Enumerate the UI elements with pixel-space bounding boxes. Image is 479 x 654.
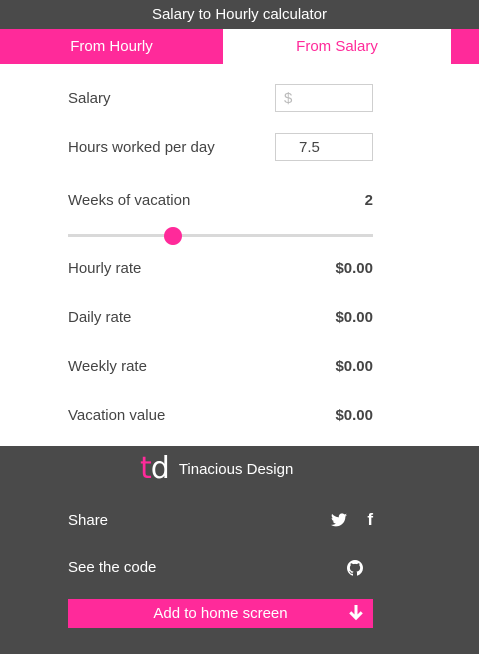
vacation-slider[interactable] [68,227,373,245]
share-label: Share [68,511,109,529]
vacation-value-amount: $0.00 [335,407,373,424]
weekly-rate-label: Weekly rate [68,358,147,375]
footer: td Tinacious Design Share f See the code… [0,446,479,654]
tab-from-hourly[interactable]: From Hourly [0,29,223,64]
tab-from-salary[interactable]: From Salary [223,29,451,64]
calculator-panel: Salary Hours worked per day Weeks of vac… [0,64,479,446]
hourly-rate-row: Hourly rate $0.00 [68,260,373,277]
weekly-rate-value: $0.00 [335,358,373,375]
share-icons: f [331,510,373,530]
tinacious-logo: td [140,451,170,486]
share-row: Share f [68,510,373,530]
salary-input[interactable] [275,84,373,112]
tab-bar-spacer [451,29,479,64]
see-code-label: See the code [68,559,157,576]
app-title: Salary to Hourly calculator [0,0,479,29]
slider-track [68,234,373,237]
hourly-rate-value: $0.00 [335,260,373,277]
brand-name: Tinacious Design [178,460,294,478]
weekly-rate-row: Weekly rate $0.00 [68,358,373,375]
salary-label: Salary [68,89,111,107]
vacation-weeks-value: 2 [364,192,373,209]
facebook-icon[interactable]: f [367,510,373,530]
tab-bar: From Hourly From Salary [0,29,479,64]
add-to-home-screen-label: Add to home screen [153,605,288,622]
hours-input[interactable] [275,133,373,161]
salary-row: Salary [68,84,373,112]
daily-rate-label: Daily rate [68,309,132,326]
daily-rate-row: Daily rate $0.00 [68,309,373,326]
vacation-label: Weeks of vacation [68,192,191,209]
code-row: See the code [68,559,373,576]
add-to-home-screen-button[interactable]: Add to home screen [68,599,373,628]
arrow-down-icon [349,605,363,625]
github-icon[interactable] [347,559,363,576]
hourly-rate-label: Hourly rate [68,260,142,277]
vacation-value-label: Vacation value [68,407,166,424]
hours-label: Hours worked per day [68,138,215,156]
slider-thumb[interactable] [164,227,183,245]
vacation-row: Weeks of vacation 2 [68,192,373,209]
vacation-value-row: Vacation value $0.00 [68,407,373,424]
brand[interactable]: td Tinacious Design [140,454,293,484]
daily-rate-value: $0.00 [335,309,373,326]
hours-row: Hours worked per day [68,133,373,161]
twitter-icon[interactable] [331,513,348,527]
